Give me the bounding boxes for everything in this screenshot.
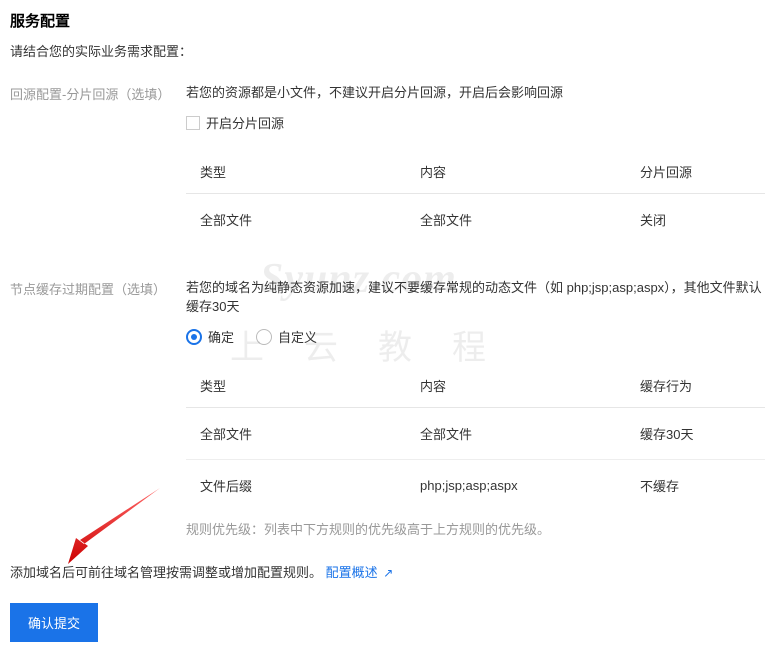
radio-fixed[interactable]: 确定 xyxy=(186,327,234,346)
cell-content: 全部文件 xyxy=(406,194,626,246)
page-title: 服务配置 xyxy=(10,10,765,31)
cell-type: 全部文件 xyxy=(186,408,406,460)
th-behavior: 缓存行为 xyxy=(626,364,765,408)
footer-pretext: 添加域名后可前往域名管理按需调整或增加配置规则。 xyxy=(10,565,322,580)
priority-hint: 规则优先级：列表中下方规则的优先级高于上方规则的优先级。 xyxy=(186,519,765,538)
checkbox-icon xyxy=(186,116,200,130)
section2-label: 节点缓存过期配置（选填） xyxy=(10,277,186,538)
cell-type: 全部文件 xyxy=(186,194,406,246)
radio-icon xyxy=(186,329,202,345)
cell-behavior: 不缓存 xyxy=(626,460,765,512)
cache-table: 类型 内容 缓存行为 全部文件 全部文件 缓存30天 文件后缀 xyxy=(186,364,765,511)
page-subtitle: 请结合您的实际业务需求配置： xyxy=(10,41,765,60)
config-overview-link[interactable]: 配置概述 xyxy=(326,565,378,580)
range-table: 类型 内容 分片回源 全部文件 全部文件 关闭 xyxy=(186,150,765,245)
submit-button[interactable]: 确认提交 xyxy=(10,603,98,642)
cell-content: php;jsp;asp;aspx xyxy=(406,460,626,512)
th-content: 内容 xyxy=(406,364,626,408)
table-row: 文件后缀 php;jsp;asp;aspx 不缓存 xyxy=(186,460,765,512)
th-range: 分片回源 xyxy=(626,150,765,194)
radio-custom[interactable]: 自定义 xyxy=(256,327,317,346)
section-cache-config: 节点缓存过期配置（选填） 若您的域名为纯静态资源加速，建议不要缓存常规的动态文件… xyxy=(10,277,765,538)
th-type: 类型 xyxy=(186,150,406,194)
section1-hint: 若您的资源都是小文件，不建议开启分片回源，开启后会影响回源 xyxy=(186,82,765,101)
table-row: 全部文件 全部文件 关闭 xyxy=(186,194,765,246)
section2-hint: 若您的域名为纯静态资源加速，建议不要缓存常规的动态文件（如 php;jsp;as… xyxy=(186,277,765,315)
cell-behavior: 缓存30天 xyxy=(626,408,765,460)
th-type: 类型 xyxy=(186,364,406,408)
table-row: 全部文件 全部文件 缓存30天 xyxy=(186,408,765,460)
section-origin-config: 回源配置-分片回源（选填） 若您的资源都是小文件，不建议开启分片回源，开启后会影… xyxy=(10,82,765,253)
checkbox-label: 开启分片回源 xyxy=(206,113,284,132)
radio-custom-label: 自定义 xyxy=(278,327,317,346)
cell-range: 关闭 xyxy=(626,194,765,246)
radio-fixed-label: 确定 xyxy=(208,327,234,346)
radio-icon xyxy=(256,329,272,345)
section1-label: 回源配置-分片回源（选填） xyxy=(10,82,186,253)
th-content: 内容 xyxy=(406,150,626,194)
cell-content: 全部文件 xyxy=(406,408,626,460)
cell-type: 文件后缀 xyxy=(186,460,406,512)
enable-range-checkbox[interactable]: 开启分片回源 xyxy=(186,113,765,132)
external-link-icon: ↗ xyxy=(383,566,393,580)
